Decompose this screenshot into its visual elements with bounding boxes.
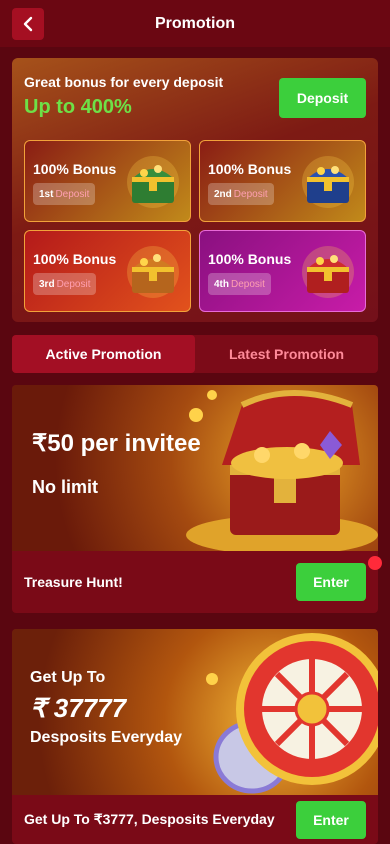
tab-active-promotion[interactable]: Active Promotion <box>12 335 195 373</box>
treasure-chest-icon <box>127 246 179 298</box>
tile-ordinal: 2nd <box>214 188 232 200</box>
tile-label: 100% Bonus <box>33 251 117 267</box>
treasure-chest-icon <box>127 156 179 208</box>
back-button[interactable] <box>12 8 44 40</box>
page-title: Promotion <box>155 14 235 32</box>
tile-deposit: Deposit <box>56 278 91 290</box>
bonus-tile-3rd[interactable]: 100% Bonus 3rd Deposit <box>24 230 191 312</box>
promotion-title: Treasure Hunt! <box>24 574 123 590</box>
banner-headline: ₹50 per invitee <box>32 430 201 457</box>
bonus-tile-2nd[interactable]: 100% Bonus 2nd Deposit <box>199 140 366 222</box>
treasure-chest-icon <box>302 156 354 208</box>
enter-button[interactable]: Enter <box>296 800 366 839</box>
tile-label: 100% Bonus <box>208 251 292 267</box>
top-bar: Promotion <box>0 0 390 47</box>
tab-latest-promotion[interactable]: Latest Promotion <box>195 335 378 373</box>
banner-subline: Desposits Everyday <box>30 729 183 746</box>
bonus-tile-1st[interactable]: 100% Bonus 1st Deposit <box>24 140 191 222</box>
lucky-wheel-icon <box>206 633 378 794</box>
bonus-tile-4th[interactable]: 100% Bonus 4th Deposit <box>199 230 366 312</box>
treasure-chest-icon <box>302 246 354 298</box>
promotion-title: Get Up To ₹3777, Desposits Everyday <box>24 811 275 827</box>
promotion-card-daily-deposit: Get Up To ₹ 37777 Desposits Everyday Get… <box>12 629 378 844</box>
banner-intro: Get Up To <box>30 669 106 686</box>
promotion-banner[interactable]: Get Up To ₹ 37777 Desposits Everyday <box>12 629 378 795</box>
tile-badge: 3rd Deposit <box>33 273 97 295</box>
tile-deposit: Deposit <box>231 278 265 290</box>
tile-badge: 1st Deposit <box>33 183 96 205</box>
enter-button[interactable]: Enter <box>296 563 366 601</box>
tile-deposit: Deposit <box>55 188 90 200</box>
tile-label: 100% Bonus <box>33 161 117 177</box>
banner-subline: No limit <box>32 477 98 497</box>
tile-ordinal: 4th <box>214 278 229 290</box>
promotion-card-treasure-hunt: ₹50 per invitee No limit Treasure Hunt! … <box>12 385 378 613</box>
promotion-footer: Get Up To ₹3777, Desposits Everyday Ente… <box>12 795 378 844</box>
chevron-left-icon <box>23 16 33 32</box>
tile-ordinal: 3rd <box>39 278 55 290</box>
promotion-footer: Treasure Hunt! Enter <box>12 551 378 613</box>
tile-label: 100% Bonus <box>208 161 292 177</box>
deposit-button[interactable]: Deposit <box>279 78 366 118</box>
banner-amount: ₹ 37777 <box>30 693 127 723</box>
deposit-bonus-card: Great bonus for every deposit Up to 400%… <box>12 58 378 322</box>
bonus-title: Great bonus for every deposit <box>24 74 224 90</box>
treasure-chest-icon <box>186 390 378 551</box>
tile-badge: 2nd Deposit <box>208 183 274 205</box>
tile-ordinal: 1st <box>39 188 54 200</box>
bonus-subtitle: Up to 400% <box>24 96 132 118</box>
tile-badge: 4th Deposit <box>208 273 271 295</box>
notification-dot <box>368 556 382 570</box>
tile-deposit: Deposit <box>233 188 268 200</box>
promotion-banner[interactable]: ₹50 per invitee No limit <box>12 385 378 551</box>
promotion-tabs: Active Promotion Latest Promotion <box>12 335 378 373</box>
